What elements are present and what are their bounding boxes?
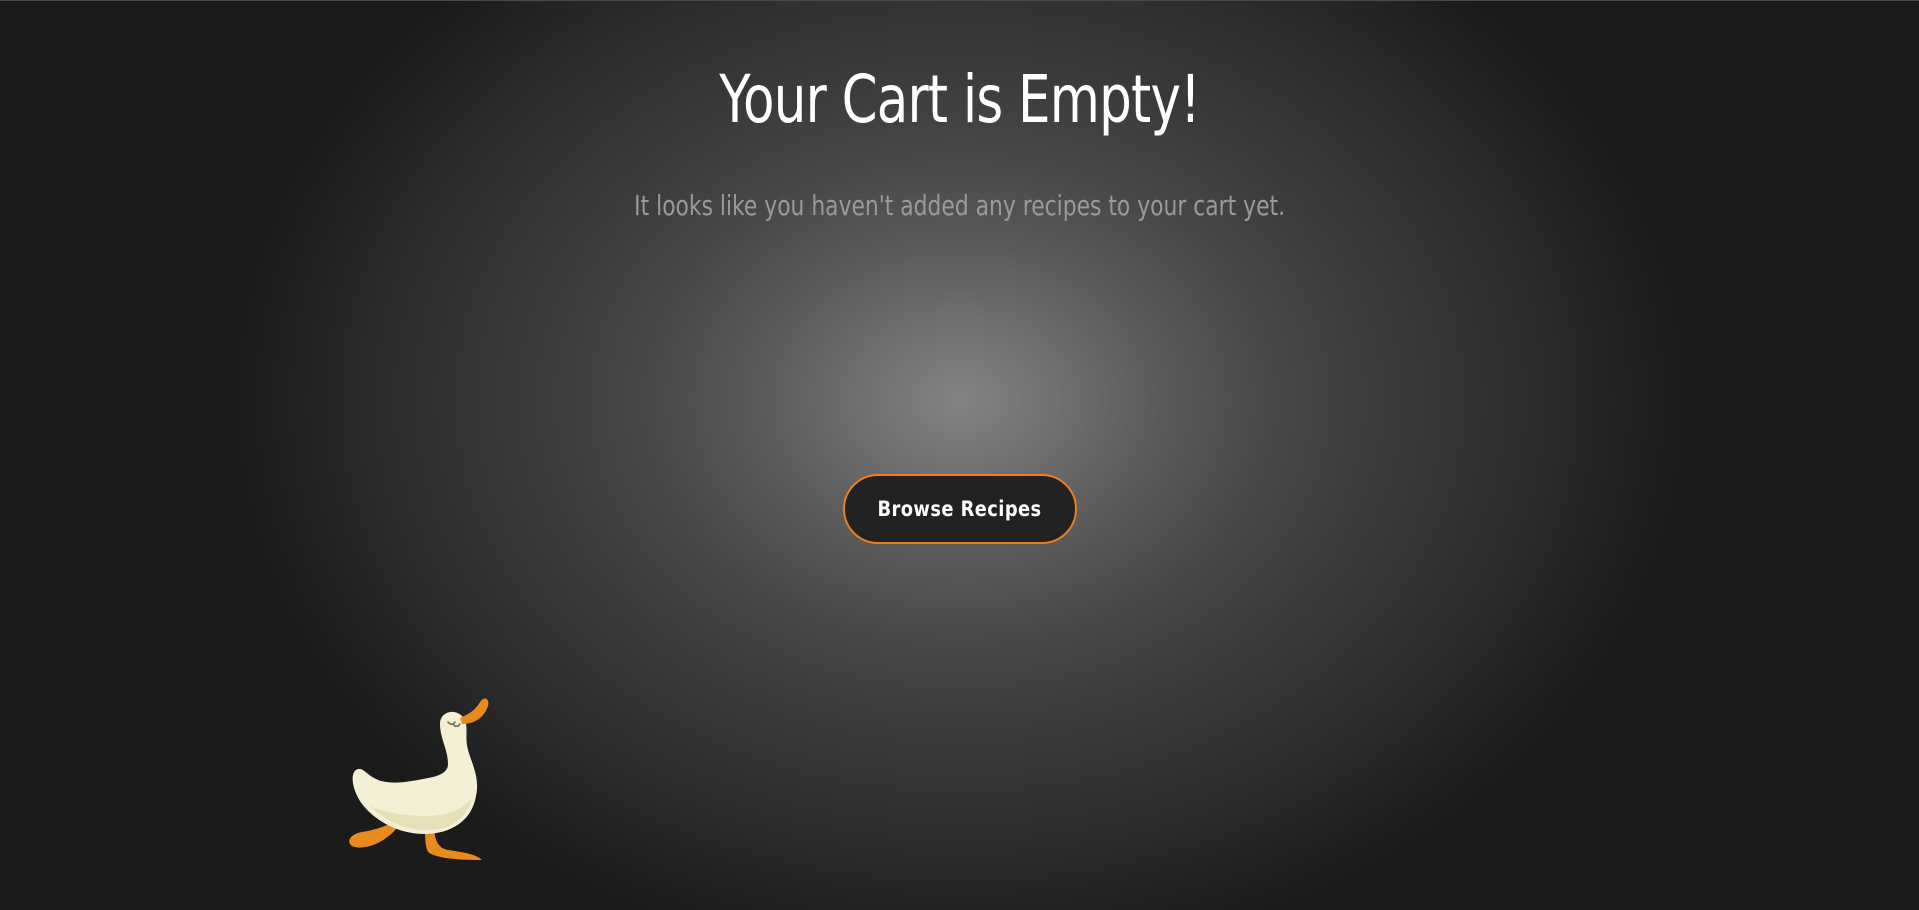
- duck-beak: [460, 698, 489, 724]
- browse-recipes-button[interactable]: Browse Recipes: [843, 474, 1077, 544]
- page-title: Your Cart is Empty!: [719, 61, 1201, 138]
- top-divider: [0, 0, 1919, 1]
- duck-icon: [349, 698, 489, 860]
- page-subtitle: It looks like you haven't added any reci…: [634, 189, 1286, 222]
- browse-recipes-button-label: Browse Recipes: [877, 497, 1043, 521]
